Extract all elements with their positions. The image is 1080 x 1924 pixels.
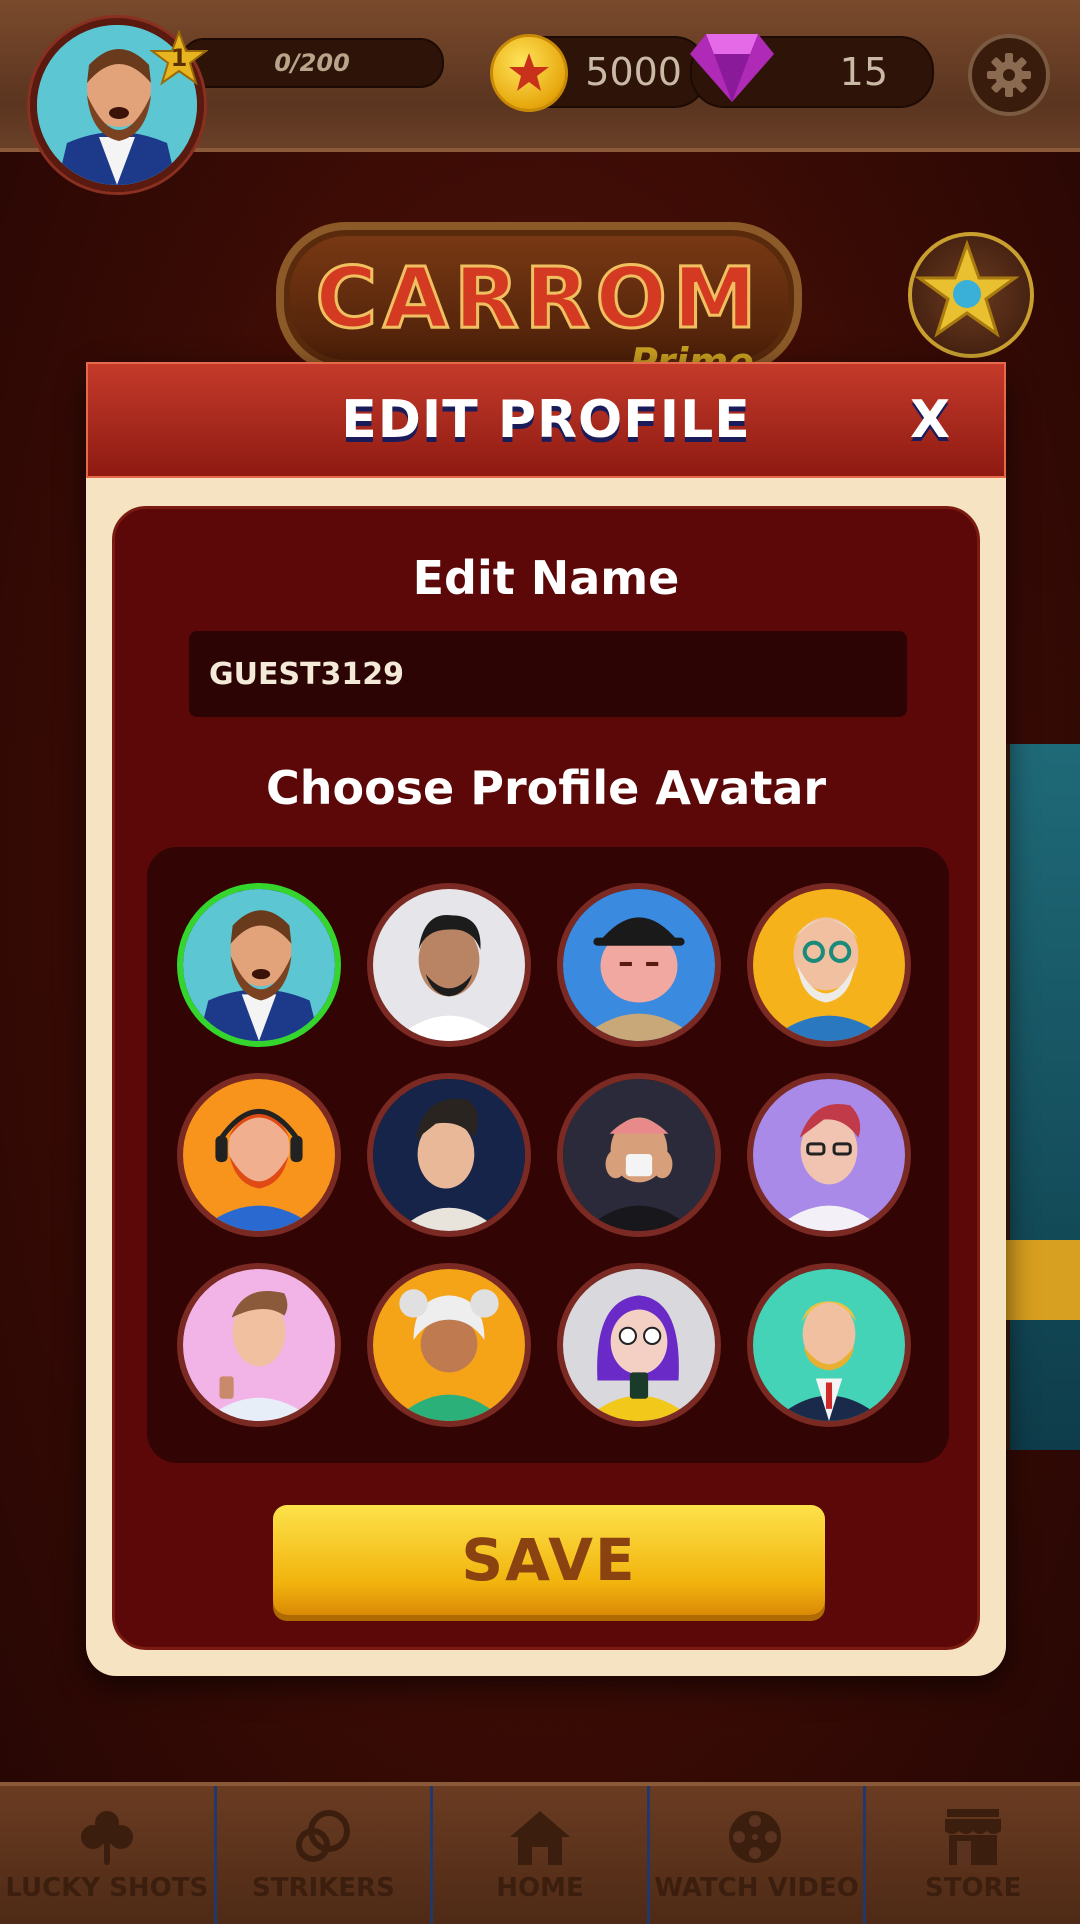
coins-value: 5000 — [585, 50, 682, 94]
gems-value: 15 — [839, 50, 888, 94]
avatar-option-blond-businessman[interactable] — [747, 1263, 911, 1427]
bottom-nav: LUCKY SHOTS STRIKERS HOME WATCH VIDEO ST… — [0, 1782, 1080, 1924]
avatar-grid — [147, 847, 949, 1463]
strikers-icon — [296, 1810, 351, 1862]
nav-label: STORE — [924, 1873, 1022, 1903]
edit-profile-modal: EDIT PROFILE X Edit Name Choose Profile … — [86, 362, 1006, 1676]
gear-icon — [987, 53, 1031, 97]
level-star-icon: 1 — [150, 30, 208, 88]
gem-icon — [690, 34, 774, 102]
avatar-option-stylish-man[interactable] — [367, 1073, 531, 1237]
nav-item-strikers[interactable]: STRIKERS — [217, 1786, 434, 1924]
modal-title: EDIT PROFILE — [341, 390, 751, 450]
coin-icon — [490, 34, 568, 112]
name-input[interactable] — [189, 631, 907, 717]
xp-progress-bar: 0/200 — [180, 38, 444, 88]
store-icon — [945, 1809, 1002, 1865]
avatar-option-dark-haired-man[interactable] — [367, 883, 531, 1047]
nav-item-store[interactable]: STORE — [866, 1786, 1080, 1924]
avatar-option-girl-koala-hat[interactable] — [367, 1263, 531, 1427]
nav-label: LUCKY SHOTS — [5, 1873, 209, 1903]
film-reel-icon — [728, 1811, 781, 1863]
xp-text: 0/200 — [274, 49, 350, 77]
avatar-option-ginger-man-headphones[interactable] — [177, 1073, 341, 1237]
save-button[interactable]: SAVE — [273, 1505, 825, 1615]
star-icon — [914, 239, 1020, 338]
avatar-option-man-phone-pink[interactable] — [177, 1263, 341, 1427]
rewards-star-badge[interactable] — [908, 232, 1034, 358]
close-button[interactable]: X — [900, 390, 960, 450]
avatar-option-man-glasses-purple[interactable] — [747, 1073, 911, 1237]
player-level: 1 — [170, 44, 188, 72]
background-banner-strip — [1006, 1240, 1080, 1320]
nav-item-watch-video[interactable]: WATCH VIDEO — [650, 1786, 867, 1924]
edit-name-title: Edit Name — [412, 551, 680, 605]
background-game-card — [1006, 744, 1080, 1450]
avatar-option-old-man-glasses[interactable] — [747, 883, 911, 1047]
nav-item-home[interactable]: HOME — [433, 1786, 650, 1924]
settings-button[interactable] — [968, 34, 1050, 116]
home-icon — [509, 1811, 570, 1865]
modal-header: EDIT PROFILE X — [86, 362, 1006, 478]
modal-content: Edit Name Choose Profile Avatar — [112, 506, 980, 1650]
nav-label: WATCH VIDEO — [654, 1873, 859, 1903]
avatar-option-man-cap-mug[interactable] — [557, 1073, 721, 1237]
clover-icon — [80, 1811, 133, 1865]
nav-item-lucky-shots[interactable]: LUCKY SHOTS — [0, 1786, 217, 1924]
choose-avatar-title: Choose Profile Avatar — [265, 761, 827, 815]
avatar-option-bearded-man[interactable] — [177, 883, 341, 1047]
save-label: SAVE — [461, 1526, 637, 1594]
avatar-option-girl-purple-hair[interactable] — [557, 1263, 721, 1427]
logo-text: CARROM — [314, 248, 763, 349]
nav-label: HOME — [496, 1873, 584, 1903]
avatar-option-grumpy-man-hat[interactable] — [557, 883, 721, 1047]
nav-label: STRIKERS — [251, 1873, 395, 1903]
